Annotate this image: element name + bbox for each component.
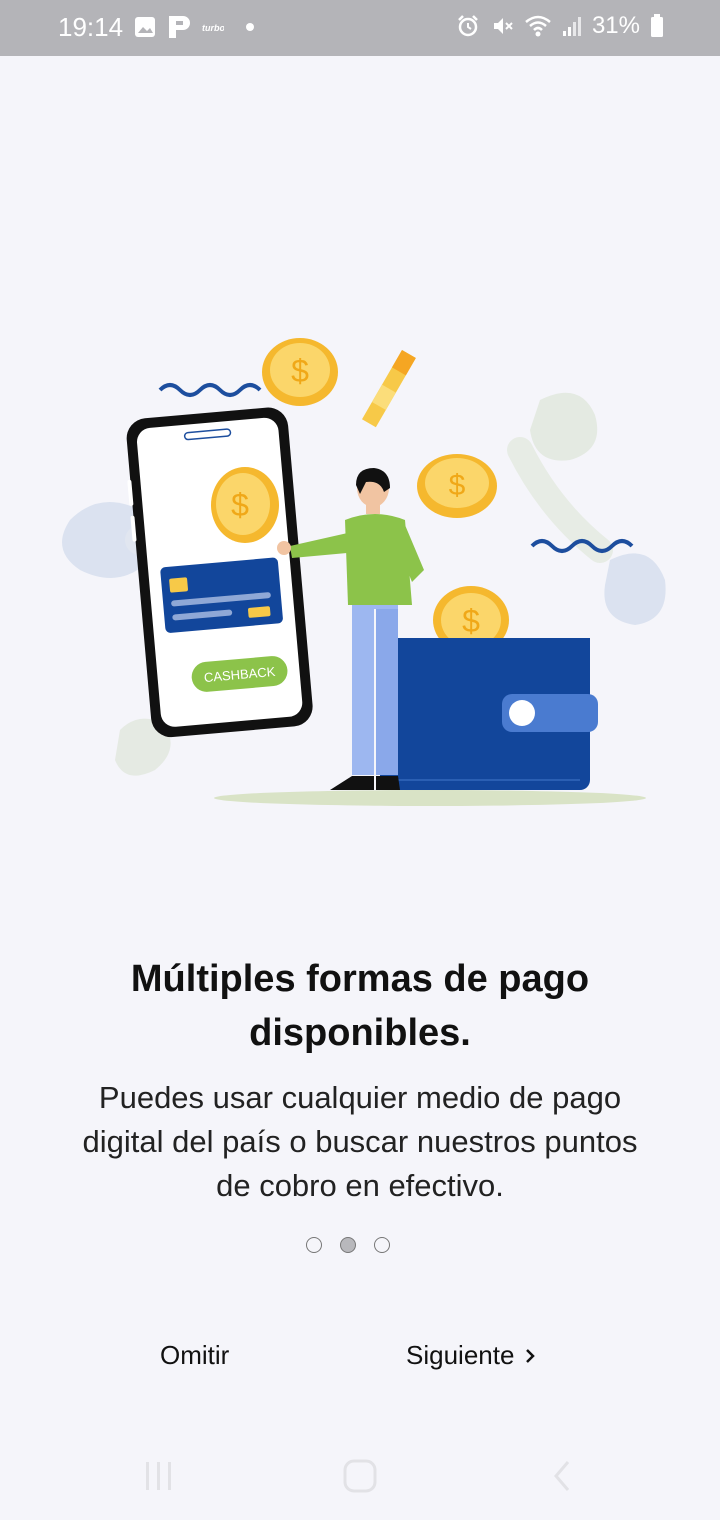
phone-illustration: CASHBACK — [126, 407, 313, 738]
coin-icon: $ — [211, 467, 279, 543]
onboarding-title: Múltiples formas de pago disponibles. — [60, 952, 660, 1060]
svg-text:$: $ — [462, 603, 480, 639]
page-dot[interactable] — [374, 1237, 390, 1253]
onboarding-description: Puedes usar cualquier medio de pago digi… — [30, 1076, 690, 1208]
notification-dot-icon — [246, 23, 254, 31]
status-right-icons: 31% — [456, 12, 664, 40]
svg-text:$: $ — [449, 469, 466, 502]
turbo-icon: turbo — [202, 23, 224, 33]
onboarding-title-line: Múltiples formas de pago — [130, 958, 590, 1000]
wifi-icon — [525, 15, 551, 37]
svg-text:$: $ — [291, 353, 309, 389]
onboarding-description-line: Puedes usar cualquier medio de pago — [98, 1080, 622, 1115]
battery-icon — [651, 14, 663, 37]
status-left-icons: turbo — [134, 14, 256, 40]
next-button[interactable]: Siguiente — [406, 1340, 536, 1371]
p-app-icon — [169, 16, 190, 38]
squiggle-left-icon — [158, 383, 262, 397]
next-button-label: Siguiente — [406, 1340, 515, 1370]
onboarding-description-line: digital del país o buscar nuestros punto… — [82, 1124, 638, 1159]
page-dot[interactable] — [306, 1237, 322, 1253]
status-bar: 19:14 turbo 31% — [0, 0, 720, 56]
onboarding-title-line: disponibles. — [249, 1012, 471, 1054]
signal-icon — [562, 17, 581, 36]
system-nav-bar — [0, 1440, 720, 1520]
payment-illustration: CASHBACK $ $ $ $ — [62, 338, 666, 806]
wallet-icon: $ — [380, 586, 598, 790]
status-time: 19:14 — [58, 12, 124, 42]
ruler-icon — [362, 350, 416, 428]
home-icon[interactable] — [342, 1458, 378, 1494]
page-dot-active[interactable] — [340, 1237, 356, 1253]
coin-icon: $ — [417, 454, 497, 518]
svg-text:turbo: turbo — [202, 23, 224, 33]
page-indicator — [306, 1237, 390, 1253]
recents-icon[interactable] — [144, 1458, 174, 1494]
alarm-icon — [458, 15, 478, 37]
skip-button[interactable]: Omitir — [160, 1340, 229, 1371]
svg-text:$: $ — [231, 487, 249, 523]
mute-icon — [493, 18, 513, 34]
chevron-right-icon — [526, 1348, 536, 1363]
back-icon[interactable] — [550, 1458, 574, 1494]
coin-icon: $ — [262, 338, 338, 406]
image-icon — [135, 17, 155, 37]
battery-percent: 31% — [591, 12, 640, 39]
onboarding-description-line: de cobro en efectivo. — [216, 1168, 504, 1203]
